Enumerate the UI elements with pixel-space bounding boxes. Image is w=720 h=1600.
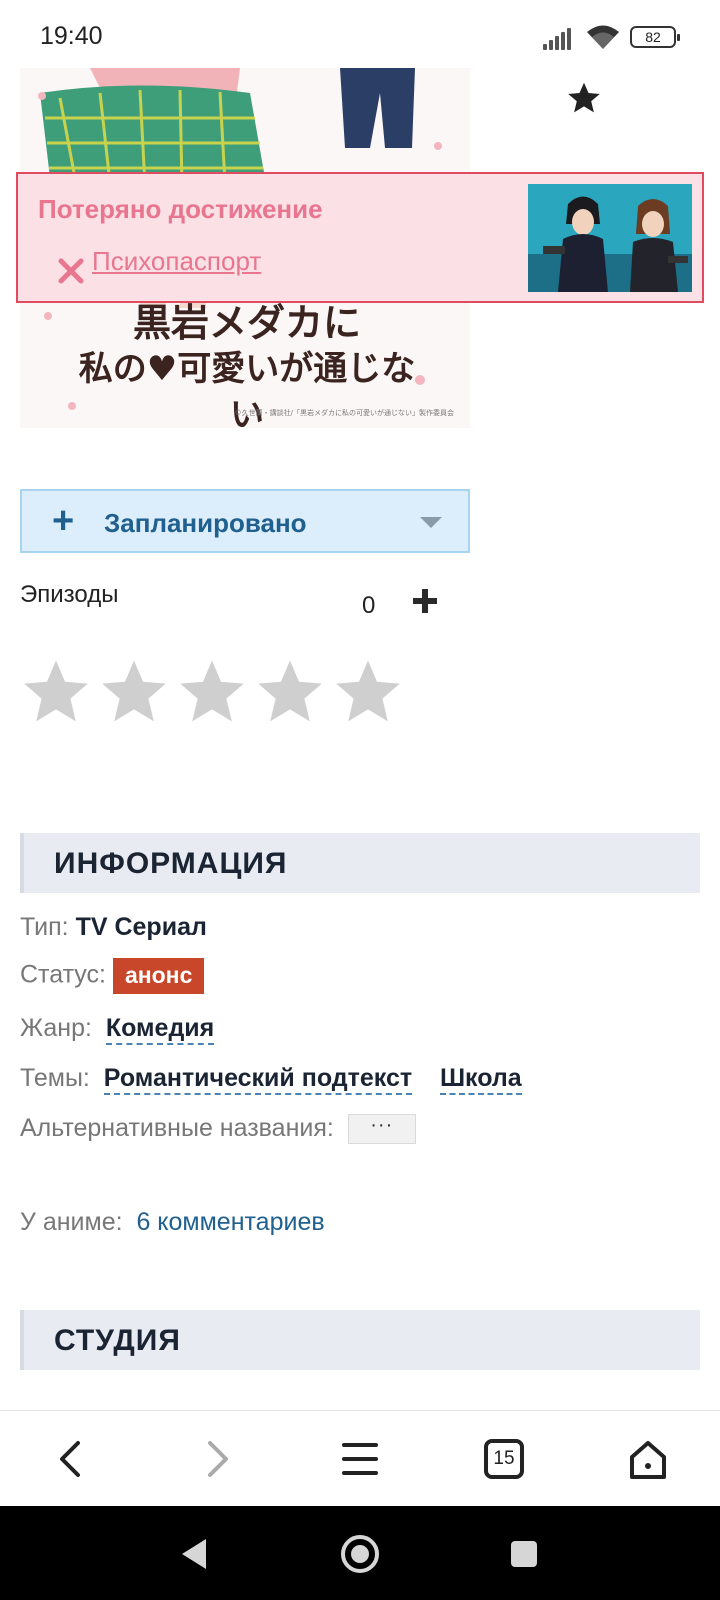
section-header-info: ИНФОРМАЦИЯ: [20, 833, 700, 893]
wifi-icon: [587, 25, 619, 49]
comments-link[interactable]: 6 комментариев: [136, 1208, 324, 1236]
close-icon[interactable]: [56, 256, 86, 286]
nav-back-icon[interactable]: [176, 1534, 216, 1574]
achievement-anime-link[interactable]: Психопаспорт: [92, 246, 261, 277]
alt-names-expand-button[interactable]: ···: [347, 1114, 416, 1145]
rating-star-icon[interactable]: [98, 656, 170, 728]
menu-icon[interactable]: [334, 1433, 386, 1485]
alt-names-label: Альтернативные названия:: [20, 1114, 334, 1142]
home-icon[interactable]: [622, 1433, 674, 1485]
achievement-title: Потеряно достижение: [38, 194, 323, 224]
back-icon[interactable]: [46, 1433, 98, 1485]
info-themes-row: Темы: Романтический подтекст Школа: [20, 1064, 522, 1095]
plus-icon: +: [52, 500, 75, 542]
achievement-popup[interactable]: Потеряно достижение Психопаспорт: [16, 172, 704, 303]
rating-star-icon[interactable]: [254, 656, 326, 728]
info-alt-names-row: Альтернативные названия: ···: [20, 1114, 416, 1145]
episode-increment-button[interactable]: [410, 586, 440, 616]
comments-label: У аниме:: [20, 1208, 123, 1236]
theme-link[interactable]: Школа: [439, 1064, 522, 1095]
section-header-studio: СТУДИЯ: [20, 1310, 700, 1370]
nav-recents-icon[interactable]: [504, 1534, 544, 1574]
status-badge: анонс: [112, 958, 205, 994]
info-type-row: Тип: TV Сериал: [20, 913, 207, 942]
chevron-down-icon: [420, 517, 442, 528]
section-title-studio: СТУДИЯ: [54, 1324, 181, 1357]
rating-star-icon[interactable]: [332, 656, 404, 728]
list-status-dropdown[interactable]: + Запланировано: [20, 489, 470, 553]
type-value: TV Сериал: [75, 913, 207, 941]
poster-title-line1: 黒岩メダカに: [132, 300, 361, 345]
episodes-label: Эпизоды: [20, 581, 119, 608]
poster-copyright: ©久世蘭・講談社/「黒岩メダカに私の可愛いが通じない」製作委員会: [234, 409, 454, 417]
forward-icon[interactable]: [190, 1433, 242, 1485]
rating-star-icon[interactable]: [176, 656, 248, 728]
nav-home-icon[interactable]: [340, 1534, 380, 1574]
genre-link[interactable]: Комедия: [105, 1014, 215, 1045]
section-title-info: ИНФОРМАЦИЯ: [54, 847, 288, 880]
type-label: Тип:: [20, 913, 69, 941]
list-status-label: Запланировано: [104, 508, 307, 538]
status-time: 19:40: [40, 22, 103, 50]
battery-indicator: 82: [630, 26, 680, 48]
achievement-thumbnail: [528, 184, 692, 292]
episodes-count: 0: [362, 592, 376, 619]
tabs-count: 15: [493, 1448, 515, 1469]
info-status-row: Статус: анонс: [20, 958, 205, 994]
signal-icon: [543, 28, 577, 50]
rating-star-icon[interactable]: [20, 656, 92, 728]
status-label: Статус:: [20, 960, 106, 989]
status-bar: 19:40 82: [0, 0, 720, 68]
favorite-star-icon[interactable]: [566, 80, 602, 116]
browser-toolbar: 15: [0, 1410, 720, 1506]
theme-link[interactable]: Романтический подтекст: [103, 1064, 413, 1095]
themes-label: Темы:: [20, 1064, 90, 1092]
genre-label: Жанр:: [20, 1014, 92, 1042]
tabs-button[interactable]: 15: [478, 1433, 530, 1485]
system-navigation-bar: [0, 1506, 720, 1600]
info-comments-row: У аниме: 6 комментариев: [20, 1208, 325, 1237]
info-genre-row: Жанр: Комедия: [20, 1014, 215, 1045]
